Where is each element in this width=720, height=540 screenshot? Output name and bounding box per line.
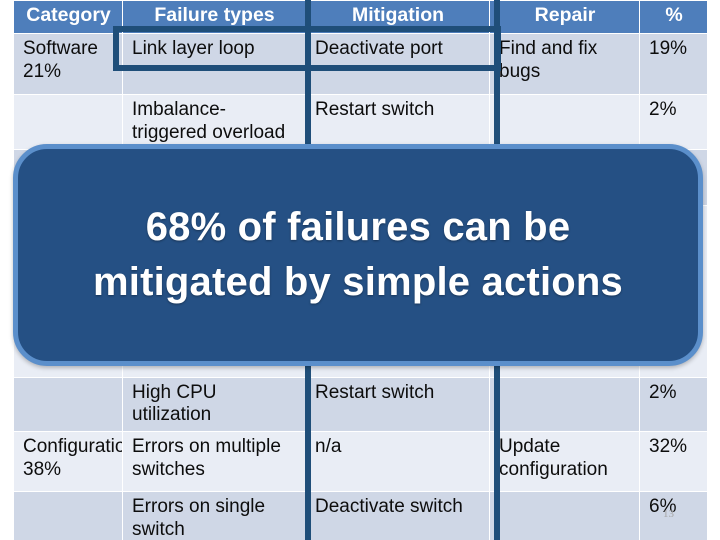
cell-repair: Find and fix bugs bbox=[489, 33, 640, 95]
cell-mitigation: Restart switch bbox=[305, 376, 490, 433]
cell-repair bbox=[489, 94, 640, 150]
cell-category: Software 21% bbox=[13, 33, 123, 95]
cell-repair bbox=[489, 376, 640, 433]
cell-percent: 32% bbox=[639, 431, 708, 493]
table-header-row: Category Failure types Mitigation Repair… bbox=[13, 0, 708, 34]
column-header-mitigation: Mitigation bbox=[305, 0, 490, 34]
cell-failure-type: Errors on single switch bbox=[122, 491, 306, 540]
callout-text: 68% of failures can be mitigated by simp… bbox=[67, 200, 649, 310]
callout-line-1: 68% of failures can be bbox=[145, 204, 571, 249]
page-number: 13 bbox=[663, 508, 674, 520]
column-header-percent: % bbox=[639, 0, 708, 34]
cell-category bbox=[13, 94, 123, 150]
cell-failure-type: Link layer loop bbox=[122, 33, 306, 95]
cell-failure-type: Errors on multiple switches bbox=[122, 431, 306, 493]
cell-mitigation: n/a bbox=[305, 431, 490, 493]
table-row: Errors on single switch Deactivate switc… bbox=[13, 491, 708, 540]
callout-banner: 68% of failures can be mitigated by simp… bbox=[13, 144, 703, 366]
cell-percent: 2% bbox=[639, 376, 708, 433]
cell-repair bbox=[489, 491, 640, 540]
callout-line-2: mitigated by simple actions bbox=[93, 260, 623, 304]
table-row: Configuration 38% Errors on multiple swi… bbox=[13, 431, 708, 493]
cell-mitigation: Deactivate switch bbox=[305, 491, 490, 540]
cell-category bbox=[13, 376, 123, 433]
cell-category: Configuration 38% bbox=[13, 431, 123, 493]
cell-failure-type: High CPU utilization bbox=[122, 376, 306, 433]
table-row: Software 21% Link layer loop Deactivate … bbox=[13, 33, 708, 95]
cell-percent: 2% bbox=[639, 94, 708, 150]
column-header-repair: Repair bbox=[489, 0, 640, 34]
cell-failure-type: Imbalance-triggered overload bbox=[122, 94, 306, 150]
column-header-category: Category bbox=[13, 0, 123, 34]
cell-repair: Update configuration bbox=[489, 431, 640, 493]
table-row: Imbalance-triggered overload Restart swi… bbox=[13, 94, 708, 150]
cell-percent: 19% bbox=[639, 33, 708, 95]
table-row: High CPU utilization Restart switch 2% bbox=[13, 376, 708, 433]
slide-canvas: Category Failure types Mitigation Repair… bbox=[0, 0, 720, 540]
cell-mitigation: Restart switch bbox=[305, 94, 490, 150]
cell-mitigation: Deactivate port bbox=[305, 33, 490, 95]
cell-category bbox=[13, 491, 123, 540]
column-header-failure-types: Failure types bbox=[122, 0, 306, 34]
